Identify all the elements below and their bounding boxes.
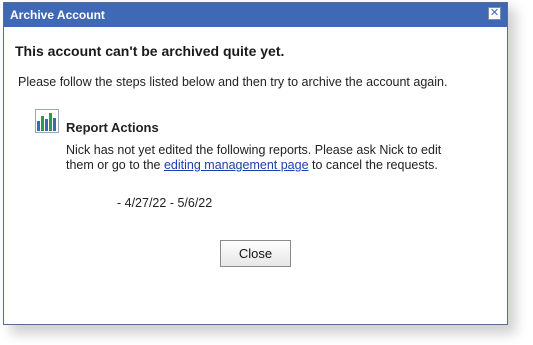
report-actions-title: Report Actions bbox=[66, 120, 159, 135]
dialog-titlebar: Archive Account ✕ bbox=[4, 3, 507, 27]
dialog-heading: This account can't be archived quite yet… bbox=[15, 43, 285, 59]
close-icon[interactable]: ✕ bbox=[488, 7, 501, 20]
bar-chart-icon bbox=[35, 109, 59, 133]
dialog-instruction: Please follow the steps listed below and… bbox=[18, 75, 448, 89]
report-actions-message: Nick has not yet edited the following re… bbox=[66, 143, 446, 173]
close-button[interactable]: Close bbox=[220, 240, 291, 267]
editing-management-link[interactable]: editing management page bbox=[164, 158, 309, 172]
archive-account-dialog: Archive Account ✕ This account can't be … bbox=[3, 2, 508, 325]
report-date-range: - 4/27/22 - 5/6/22 bbox=[117, 196, 213, 210]
message-text-after: to cancel the requests. bbox=[308, 158, 438, 172]
dialog-title: Archive Account bbox=[10, 8, 105, 22]
